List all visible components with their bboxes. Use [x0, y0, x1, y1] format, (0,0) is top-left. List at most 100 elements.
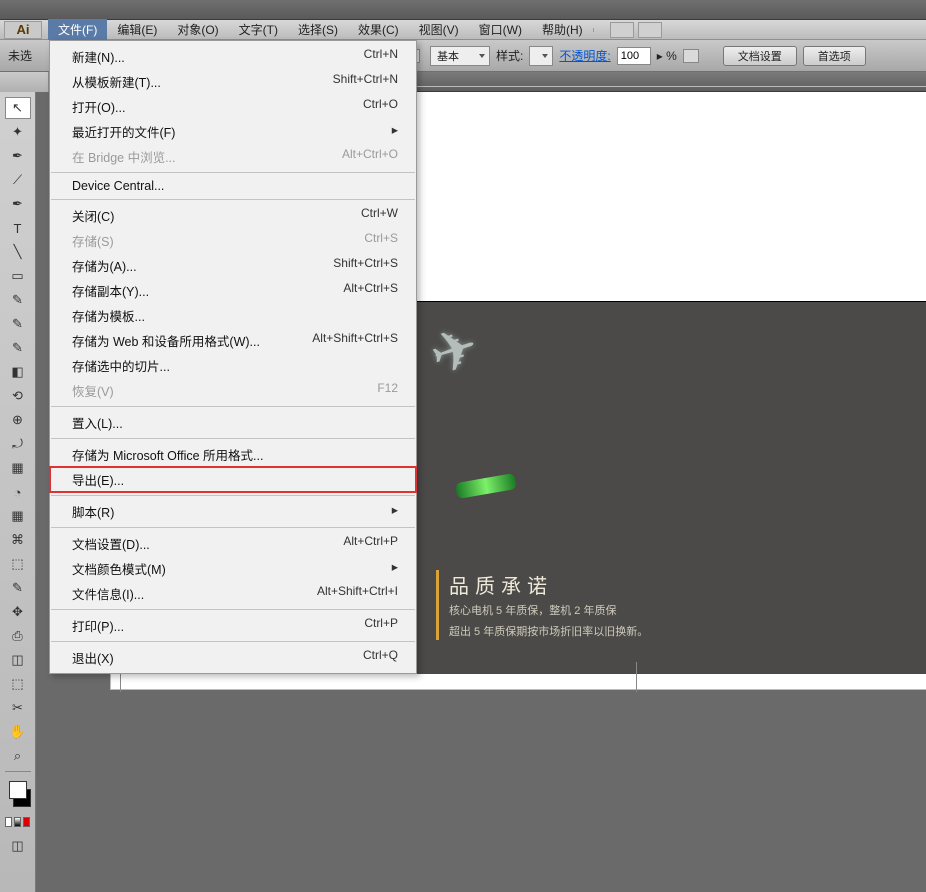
toolbox: ↖ ✦ ✒ ⟋ ✒ T ╲ ▭ ✎ ✎ ✎ ◧ ⟲ ⊕ ⤾ ▦ ◔ ▦ ⌘ ⬚ … [0, 92, 36, 892]
menu-item-label: 存储为 Web 和设备所用格式(W)... [72, 331, 260, 350]
menu-item[interactable]: 存储选中的切片... [50, 353, 416, 378]
menu-item[interactable]: 文件信息(I)...Alt+Shift+Ctrl+I [50, 581, 416, 606]
tool-rectangle[interactable]: ▭ [5, 265, 31, 287]
tool-blend[interactable]: ✥ [5, 601, 31, 623]
toolbox-separator [5, 771, 31, 772]
tool-artboard[interactable]: ⬚ [5, 673, 31, 695]
menu-item[interactable]: 置入(L)... [50, 410, 416, 435]
menu-item-label: 文档颜色模式(M) [72, 559, 166, 578]
menu-item[interactable]: Device Central... [50, 176, 416, 196]
menu-item[interactable]: 存储为模板... [50, 303, 416, 328]
menu-item[interactable]: 存储为 Web 和设备所用格式(W)... Alt+Shift+Ctrl+S [50, 328, 416, 353]
menu-file[interactable]: 文件(F) [48, 19, 107, 40]
tool-selection[interactable]: ↖ [5, 97, 31, 119]
menu-item[interactable]: 打开(O)... Ctrl+O [50, 94, 416, 119]
menu-item-label: 打开(O)... [72, 97, 125, 116]
menu-item[interactable]: 脚本(R) [50, 499, 416, 524]
menu-item[interactable]: 存储副本(Y)...Alt+Ctrl+S [50, 278, 416, 303]
menu-item-label: 置入(L)... [72, 413, 123, 432]
tool-lasso[interactable]: ⟋ [5, 169, 31, 191]
tool-paintbrush[interactable]: ✎ [5, 289, 31, 311]
screen-mode-icon[interactable] [638, 22, 662, 38]
tool-slice[interactable]: ✂ [5, 697, 31, 719]
menu-item-shortcut: Alt+Shift+Ctrl+S [312, 331, 398, 350]
menu-help[interactable]: 帮助(H) [532, 19, 593, 40]
tool-zoom[interactable]: ⌕ [5, 745, 31, 767]
arrange-docs-icon[interactable] [610, 22, 634, 38]
tool-line[interactable]: ╲ [5, 241, 31, 263]
menu-item-label: 退出(X) [72, 648, 114, 667]
menu-item-label: 存储副本(Y)... [72, 281, 149, 300]
tool-eraser[interactable]: ◧ [5, 361, 31, 383]
menu-item[interactable]: 从模板新建(T)...Shift+Ctrl+N [50, 69, 416, 94]
fill-color-swatch[interactable] [9, 781, 27, 799]
tool-hand[interactable]: ✋ [5, 721, 31, 743]
tool-magic-wand[interactable]: ✒ [5, 145, 31, 167]
artwork-line2: 超出 5 年质保期按市场折旧率以旧换新。 [449, 624, 648, 641]
tool-blob-brush[interactable]: ✎ [5, 337, 31, 359]
graphic-style-dropdown[interactable] [529, 46, 553, 66]
menu-item-label: 新建(N)... [72, 47, 125, 66]
menu-item-label: 恢复(V) [72, 381, 114, 400]
menu-separator [51, 527, 415, 528]
tool-type[interactable]: T [5, 217, 31, 239]
menu-item-shortcut: Alt+Ctrl+O [342, 147, 398, 166]
menu-item[interactable]: 最近打开的文件(F) [50, 119, 416, 144]
tool-rotate[interactable]: ⟲ [5, 385, 31, 407]
menu-item: 恢复(V)F12 [50, 378, 416, 403]
stroke-style-dropdown[interactable]: 基本 [430, 46, 490, 66]
menu-item[interactable]: 导出(E)... [50, 467, 416, 492]
menu-item-label: 从模板新建(T)... [72, 72, 161, 91]
menu-item[interactable]: 打印(P)...Ctrl+P [50, 613, 416, 638]
menu-item: 在 Bridge 中浏览...Alt+Ctrl+O [50, 144, 416, 169]
preferences-button[interactable]: 首选项 [803, 46, 866, 66]
opacity-unit: ▸ % [657, 49, 677, 63]
menu-item-shortcut: Ctrl+W [361, 206, 398, 225]
menu-item[interactable]: 文档颜色模式(M) [50, 556, 416, 581]
menu-item[interactable]: 关闭(C) Ctrl+W [50, 203, 416, 228]
menu-effect[interactable]: 效果(C) [348, 19, 409, 40]
menu-item-label: 文件信息(I)... [72, 584, 144, 603]
menu-item-label: Device Central... [72, 179, 164, 193]
menu-view[interactable]: 视图(V) [409, 19, 469, 40]
document-setup-button[interactable]: 文档设置 [723, 46, 797, 66]
menu-item[interactable]: 存储为(A)...Shift+Ctrl+S [50, 253, 416, 278]
artwork-line1: 核心电机 5 年质保，整机 2 年质保 [449, 603, 648, 620]
tool-symbol-sprayer[interactable]: ⎙ [5, 625, 31, 647]
menu-item-shortcut: Ctrl+O [363, 97, 398, 116]
menu-item[interactable]: 新建(N)...Ctrl+N [50, 44, 416, 69]
menu-window[interactable]: 窗口(W) [469, 19, 532, 40]
recolor-icon[interactable] [683, 49, 699, 63]
menu-edit[interactable]: 编辑(E) [107, 19, 167, 40]
menu-separator [51, 438, 415, 439]
tool-perspective[interactable]: ▦ [5, 505, 31, 527]
tool-free-transform[interactable]: ▦ [5, 457, 31, 479]
tool-graph[interactable]: ◫ [5, 649, 31, 671]
menu-type[interactable]: 文字(T) [229, 19, 288, 40]
menu-select[interactable]: 选择(S) [288, 19, 348, 40]
crop-mark [636, 662, 637, 692]
tool-direct-selection[interactable]: ✦ [5, 121, 31, 143]
tool-scale[interactable]: ⊕ [5, 409, 31, 431]
menubar-divider [593, 28, 606, 32]
screen-mode-button[interactable]: ◫ [5, 835, 31, 857]
tool-shape-builder[interactable]: ◔ [5, 481, 31, 503]
panel-tab-stub [0, 72, 49, 92]
menu-object[interactable]: 对象(O) [167, 19, 228, 40]
menu-item-label: 关闭(C) [72, 206, 114, 225]
menu-item[interactable]: 退出(X)Ctrl+Q [50, 645, 416, 670]
tool-pencil[interactable]: ✎ [5, 313, 31, 335]
draw-mode-buttons[interactable] [5, 817, 31, 827]
menu-item[interactable]: 文档设置(D)...Alt+Ctrl+P [50, 531, 416, 556]
tool-eyedropper[interactable]: ✎ [5, 577, 31, 599]
tool-pen[interactable]: ✒ [5, 193, 31, 215]
opacity-link[interactable]: 不透明度: [559, 47, 610, 64]
menu-item-label: 导出(E)... [72, 470, 124, 489]
opacity-input[interactable] [617, 47, 651, 65]
menu-item[interactable]: 存储为 Microsoft Office 所用格式... [50, 442, 416, 467]
tool-mesh[interactable]: ⌘ [5, 529, 31, 551]
menu-separator [51, 406, 415, 407]
tool-gradient[interactable]: ⬚ [5, 553, 31, 575]
tool-width[interactable]: ⤾ [5, 433, 31, 455]
menu-separator [51, 199, 415, 200]
